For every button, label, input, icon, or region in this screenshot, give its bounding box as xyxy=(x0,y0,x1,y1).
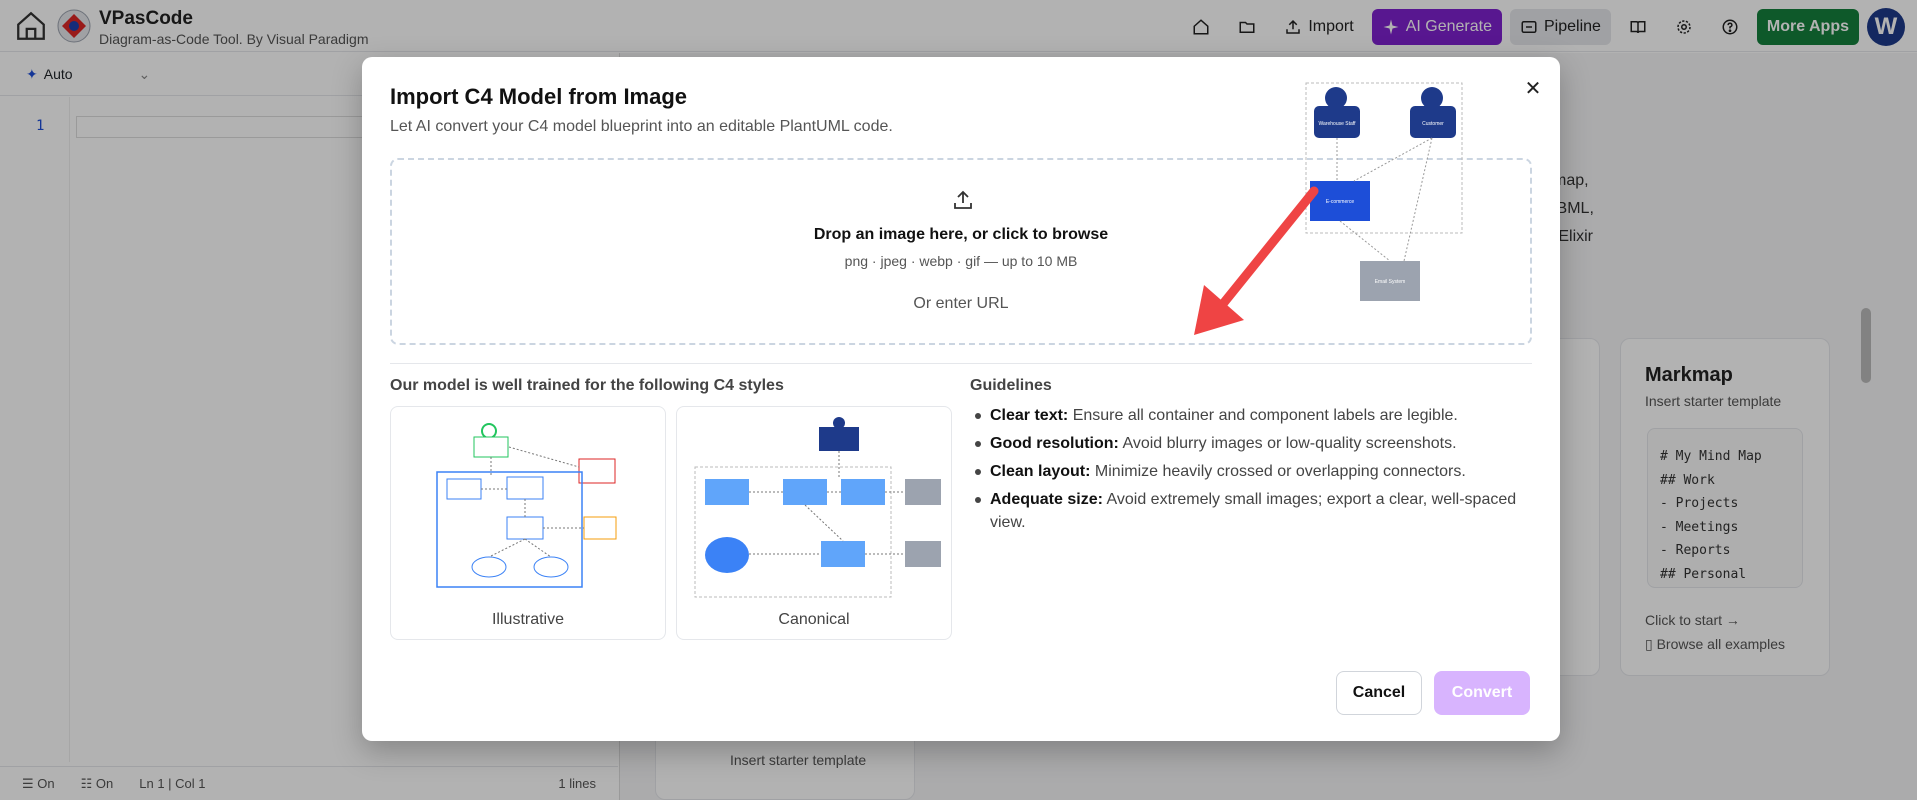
guideline-term: Clean layout: xyxy=(990,463,1091,480)
example-c4-diagram: Warehouse Staff Customer E-commerce Emai… xyxy=(1305,82,1463,301)
canonical-diagram-thumbnail xyxy=(685,417,945,601)
guidelines-list: Clear text: Ensure all container and com… xyxy=(972,404,1532,539)
node-label: Customer xyxy=(1422,121,1444,127)
upload-icon xyxy=(954,190,972,209)
illustrative-diagram-thumbnail xyxy=(429,417,627,601)
cancel-button[interactable]: Cancel xyxy=(1336,671,1422,715)
pointer-arrow-icon xyxy=(1194,186,1319,335)
convert-button[interactable]: Convert xyxy=(1434,671,1530,715)
style-label: Canonical xyxy=(778,611,850,628)
node-label: E-commerce xyxy=(1326,199,1355,205)
dialog-title: Import C4 Model from Image xyxy=(390,84,688,109)
import-c4-dialog: Import C4 Model from Image Let AI conver… xyxy=(362,57,1560,741)
guideline-item: Clear text: Ensure all container and com… xyxy=(972,404,1532,427)
styles-heading: Our model is well trained for the follow… xyxy=(390,377,784,394)
dialog-subtitle: Let AI convert your C4 model blueprint i… xyxy=(390,118,893,135)
guideline-term: Adequate size: xyxy=(990,491,1103,508)
guideline-term: Clear text: xyxy=(990,407,1069,424)
close-icon[interactable]: ✕ xyxy=(1520,75,1546,101)
guideline-item: Adequate size: Avoid extremely small ima… xyxy=(972,488,1532,534)
style-card-canonical[interactable]: Canonical xyxy=(676,406,952,640)
divider xyxy=(390,363,1532,364)
style-label: Illustrative xyxy=(491,611,565,628)
node-label: Warehouse Staff xyxy=(1319,121,1357,127)
guideline-text: Ensure all container and component label… xyxy=(1072,407,1458,424)
guideline-term: Good resolution: xyxy=(990,435,1119,452)
guideline-text: Avoid blurry images or low-quality scree… xyxy=(1122,435,1457,452)
guideline-item: Clean layout: Minimize heavily crossed o… xyxy=(972,460,1532,483)
guidelines-heading: Guidelines xyxy=(970,377,1052,394)
style-card-illustrative[interactable]: Illustrative xyxy=(390,406,666,640)
guideline-text: Minimize heavily crossed or overlapping … xyxy=(1094,463,1466,480)
guideline-item: Good resolution: Avoid blurry images or … xyxy=(972,432,1532,455)
node-label: Email System xyxy=(1375,279,1406,285)
